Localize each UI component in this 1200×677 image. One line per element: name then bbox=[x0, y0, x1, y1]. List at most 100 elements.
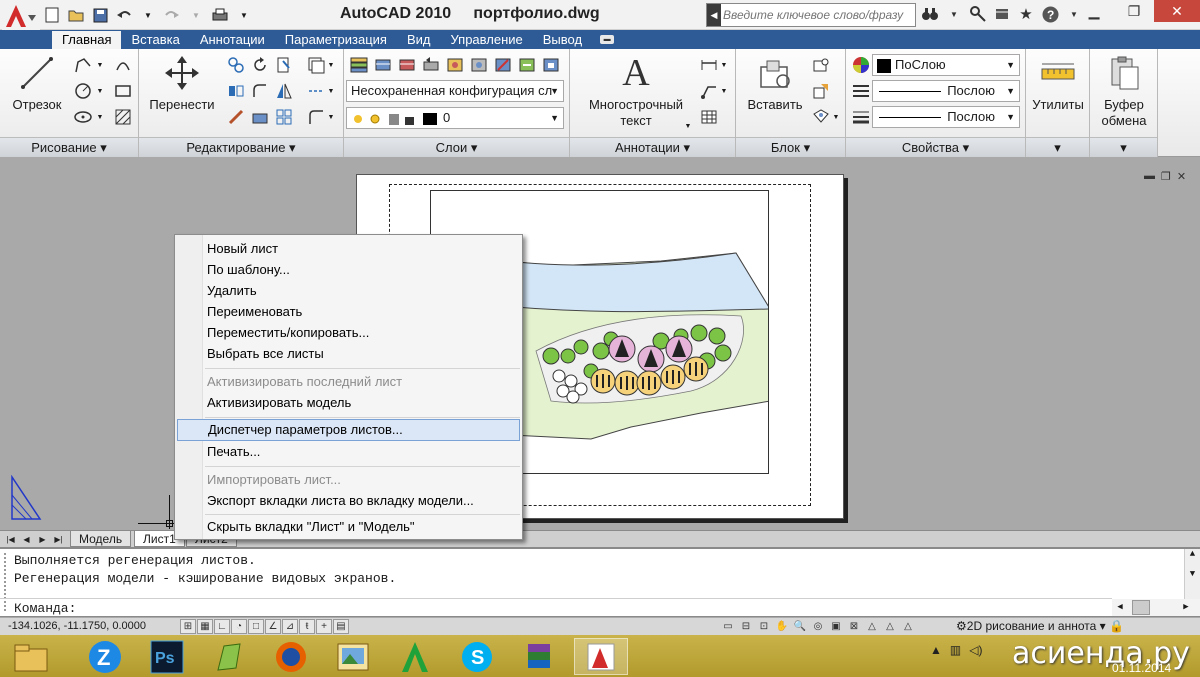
next-tab-icon[interactable]: ▶ bbox=[36, 533, 49, 546]
drawing-restore-icon[interactable]: ❐ bbox=[1161, 170, 1171, 183]
dropdown-icon[interactable]: ▼ bbox=[944, 4, 964, 24]
polar-tracking-icon[interactable]: ◔ bbox=[231, 619, 247, 634]
copy-icon[interactable] bbox=[225, 54, 247, 76]
volume-icon[interactable]: ◁) bbox=[969, 643, 982, 657]
lineweight-icon[interactable] bbox=[850, 106, 872, 128]
undo-icon[interactable] bbox=[114, 5, 134, 25]
color-wheel-icon[interactable] bbox=[850, 54, 872, 76]
close-icon[interactable]: ✕ bbox=[1154, 0, 1200, 22]
first-tab-icon[interactable]: |◀ bbox=[4, 533, 17, 546]
workspace-switcher[interactable]: ⚙2D рисование и аннота ▾ 🔒 bbox=[956, 619, 1124, 634]
erase-icon[interactable] bbox=[225, 106, 247, 128]
layer-lock-icon[interactable] bbox=[540, 54, 562, 76]
redo-icon[interactable] bbox=[162, 5, 182, 25]
photoshop-icon[interactable]: Ps bbox=[140, 638, 194, 675]
previous-tab-icon[interactable]: ◀ bbox=[20, 533, 33, 546]
lock-icon[interactable]: 🔒 bbox=[1109, 619, 1124, 633]
save-icon[interactable] bbox=[90, 5, 110, 25]
panel-title-block[interactable]: Блок ▾ bbox=[736, 137, 845, 157]
winrar-icon[interactable] bbox=[512, 638, 566, 675]
trim-icon[interactable] bbox=[273, 54, 295, 76]
file-explorer-icon[interactable] bbox=[4, 638, 58, 675]
communication-center-icon[interactable] bbox=[992, 4, 1012, 24]
edit-block-icon[interactable] bbox=[810, 80, 832, 102]
firefox-icon[interactable] bbox=[264, 638, 318, 675]
subscription-key-icon[interactable] bbox=[968, 4, 988, 24]
showmotion-icon[interactable]: ▣ bbox=[828, 619, 844, 634]
insert-block-button[interactable]: Вставить bbox=[740, 53, 810, 113]
layer-states-icon[interactable] bbox=[372, 54, 394, 76]
drawing-close-icon[interactable]: ✕ bbox=[1177, 170, 1186, 183]
ortho-mode-icon[interactable]: ∟ bbox=[214, 619, 230, 634]
auto-scale-icon[interactable]: △ bbox=[900, 619, 916, 634]
command-line-horizontal-scrollbar[interactable]: ◀ ▶ bbox=[1112, 599, 1200, 616]
autocad-application-menu-button[interactable] bbox=[2, 2, 40, 30]
attributes-dropdown-icon[interactable]: ▼ bbox=[830, 106, 842, 128]
clipboard-dropdown-icon[interactable]: ▾ bbox=[1090, 137, 1157, 157]
lineweight-toggle-icon[interactable]: + bbox=[316, 619, 332, 634]
linear-dimension-icon[interactable] bbox=[698, 54, 720, 76]
annotation-visibility-icon[interactable]: △ bbox=[882, 619, 898, 634]
panel-title-annotations[interactable]: Аннотации ▾ bbox=[570, 137, 735, 157]
polyline-dropdown-icon[interactable]: ▼ bbox=[94, 54, 106, 76]
leader-dropdown-icon[interactable]: ▼ bbox=[718, 80, 730, 102]
layer-off-icon[interactable] bbox=[492, 54, 514, 76]
clipboard-button[interactable]: Буфер обмена bbox=[1092, 53, 1156, 129]
sketchbook-icon[interactable] bbox=[202, 638, 256, 675]
steering-wheel-icon[interactable]: ◎ bbox=[810, 619, 826, 634]
lineweight-dropdown[interactable]: Послою ▼ bbox=[872, 106, 1020, 128]
layer-isolate-icon[interactable] bbox=[444, 54, 466, 76]
object-snap-icon[interactable]: □ bbox=[248, 619, 264, 634]
layer-freeze-icon[interactable] bbox=[516, 54, 538, 76]
open-folder-icon[interactable] bbox=[66, 5, 86, 25]
layer-previous-icon[interactable] bbox=[420, 54, 442, 76]
panel-title-modify[interactable]: Редактирование ▾ bbox=[139, 137, 343, 157]
stretch-icon[interactable] bbox=[249, 106, 271, 128]
tab-output[interactable]: Вывод bbox=[533, 31, 592, 49]
new-file-icon[interactable] bbox=[42, 5, 62, 25]
fillet-icon[interactable] bbox=[249, 80, 271, 102]
ellipse-icon[interactable] bbox=[72, 106, 94, 128]
panel-title-draw[interactable]: Рисование ▾ bbox=[0, 137, 138, 157]
menu-item-export-layout-to-model[interactable]: Экспорт вкладки листа во вкладку модели.… bbox=[177, 490, 520, 512]
grid-display-icon[interactable]: ▦ bbox=[197, 619, 213, 634]
qat-dropdown-icon[interactable]: ▼ bbox=[234, 5, 254, 25]
image-viewer-icon[interactable] bbox=[326, 638, 380, 675]
extend-icon[interactable] bbox=[305, 80, 327, 102]
scroll-left-icon[interactable]: ◀ bbox=[1112, 599, 1128, 616]
search-input[interactable] bbox=[723, 5, 913, 25]
arc-icon[interactable] bbox=[112, 54, 134, 76]
quick-properties-icon[interactable]: ▤ bbox=[333, 619, 349, 634]
utilities-dropdown-icon[interactable]: ▾ bbox=[1026, 137, 1089, 157]
polyline-icon[interactable] bbox=[72, 54, 94, 76]
annotation-scale-icon[interactable]: △ bbox=[864, 619, 880, 634]
utilities-button[interactable]: Утилиты bbox=[1028, 53, 1088, 113]
panel-title-layers[interactable]: Слои ▾ bbox=[344, 137, 569, 157]
mirror-triangle-icon[interactable] bbox=[273, 80, 295, 102]
scroll-thumb[interactable] bbox=[1132, 600, 1150, 615]
pan-icon[interactable]: ✋ bbox=[774, 619, 790, 634]
layer-unisolate-icon[interactable] bbox=[468, 54, 490, 76]
dimension-dropdown-icon[interactable]: ▼ bbox=[718, 54, 730, 76]
tab-view[interactable]: Вид bbox=[397, 31, 441, 49]
panel-title-properties[interactable]: Свойства ▾ bbox=[846, 137, 1025, 157]
tab-parametric[interactable]: Параметризация bbox=[275, 31, 397, 49]
undo-dropdown-icon[interactable]: ▼ bbox=[138, 5, 158, 25]
tab-insert[interactable]: Вставка bbox=[121, 31, 189, 49]
paper-space-icon[interactable]: ▭ bbox=[720, 619, 736, 634]
offset-icon[interactable] bbox=[305, 54, 327, 76]
taskbar-date[interactable]: 01.11.2014 bbox=[1112, 661, 1171, 675]
search-collapse-icon[interactable]: ◀ bbox=[707, 4, 721, 26]
object-snap-tracking-icon[interactable]: ∠ bbox=[265, 619, 281, 634]
hatch-icon[interactable] bbox=[112, 106, 134, 128]
last-tab-icon[interactable]: ▶| bbox=[52, 533, 65, 546]
menu-item-rename[interactable]: Переименовать bbox=[177, 301, 520, 323]
layer-match-icon[interactable] bbox=[396, 54, 418, 76]
color-dropdown[interactable]: ПоСлою ▼ bbox=[872, 54, 1020, 76]
scroll-right-icon[interactable]: ▶ bbox=[1178, 599, 1194, 616]
circle-dropdown-icon[interactable]: ▼ bbox=[94, 80, 106, 102]
layer-state-dropdown[interactable]: Несохраненная конфигурация сл ▼ bbox=[346, 80, 564, 102]
menu-item-from-template[interactable]: По шаблону... bbox=[177, 259, 520, 281]
plot-icon[interactable] bbox=[210, 5, 230, 25]
quick-view-layouts-icon[interactable]: ⊟ bbox=[738, 619, 754, 634]
